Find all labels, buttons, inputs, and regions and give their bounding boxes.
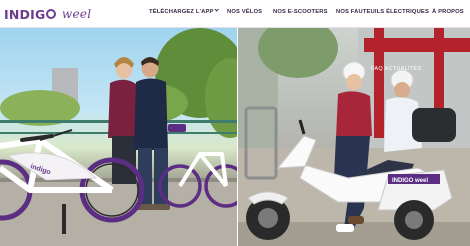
scooter-hub <box>405 211 423 229</box>
hero-photo-bikes: indigo <box>0 28 237 246</box>
scooter-topcase <box>412 108 456 142</box>
person-shoe <box>336 224 354 232</box>
scooter-illustration: INDIGO weel <box>238 28 470 246</box>
scooter-hub <box>258 208 278 228</box>
red-awning <box>364 38 470 52</box>
scooter-decal: INDIGO weel <box>392 178 428 184</box>
person-face <box>394 82 410 98</box>
logo-ring-icon <box>45 9 56 19</box>
hero-banner: indigo INDIGO weel FAQ ACTUALITÉS <box>0 28 470 246</box>
nav-about[interactable]: À PROPOS <box>432 9 464 15</box>
bikes-illustration: indigo <box>0 28 237 246</box>
person-jacket <box>108 79 138 138</box>
person-sweater <box>134 78 168 150</box>
person-boot <box>348 216 364 224</box>
nav-e-scooters[interactable]: NOS E-SCOOTERS <box>273 9 328 15</box>
nav-download-app-label: TÉLÉCHARGEZ L'APP <box>149 9 214 15</box>
person-face <box>346 74 362 90</box>
logo-subbrand: weel <box>61 7 92 21</box>
page: INDIG weel TÉLÉCHARGEZ L'APP NOS VÉLOS N… <box>0 0 470 246</box>
scooter-handlebar <box>298 119 306 135</box>
hero-photo-scooter: INDIGO weel <box>237 28 470 246</box>
nav-bikes[interactable]: NOS VÉLOS <box>227 9 262 15</box>
overlay-menu-text[interactable]: FAQ ACTUALITÉS <box>371 66 421 72</box>
nav-download-app[interactable]: TÉLÉCHARGEZ L'APP <box>149 7 220 15</box>
chevron-down-icon <box>214 7 220 13</box>
bike-kickstand <box>62 204 66 234</box>
person-shoe <box>152 204 170 210</box>
person-sweater <box>336 91 372 138</box>
site-header: INDIG weel TÉLÉCHARGEZ L'APP NOS VÉLOS N… <box>0 0 470 28</box>
logo-wordmark: INDIG <box>4 7 57 22</box>
brand-logo[interactable]: INDIG weel <box>4 4 91 24</box>
bike-basket <box>168 124 186 132</box>
nav-electric-wheelchairs[interactable]: NOS FAUTEUILS ÉLECTRIQUES <box>336 9 429 15</box>
